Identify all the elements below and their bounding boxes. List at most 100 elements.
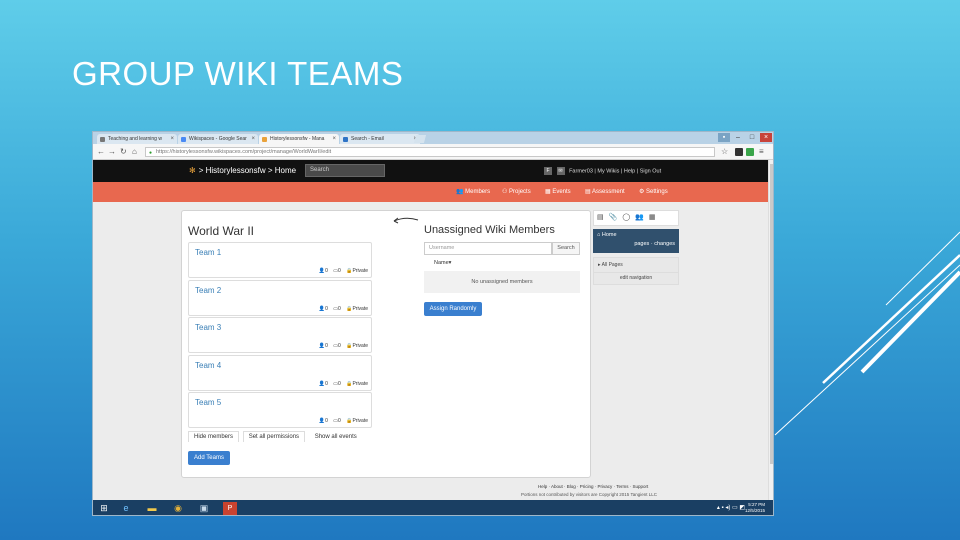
scrollbar-thumb[interactable] xyxy=(770,164,773,464)
site-search-input[interactable]: Search xyxy=(305,164,385,177)
changes-link[interactable]: changes xyxy=(654,241,675,247)
close-icon[interactable]: × xyxy=(332,134,336,144)
lock-icon: 🔒Private xyxy=(346,343,368,349)
team-actions-tabs: Hide members Set all permissions Show al… xyxy=(188,431,365,442)
app-icon[interactable]: ▣ xyxy=(197,502,211,515)
nav-projects[interactable]: ⚇ Projects xyxy=(502,188,531,195)
pages-icon: ▭0 xyxy=(333,268,341,274)
team-meta: 👤0 ▭0 🔒Private xyxy=(315,381,368,387)
url-field[interactable]: ● https://historylessonsfw.wikispaces.co… xyxy=(145,147,715,157)
team-card[interactable]: Team 1 👤0 ▭0 🔒Private xyxy=(188,242,372,278)
show-all-events-tab[interactable]: Show all events xyxy=(309,431,363,442)
calendar-icon[interactable]: ▦ xyxy=(649,214,656,221)
favicon-icon xyxy=(343,136,348,142)
sidebar-all-pages[interactable]: ▸ All Pages xyxy=(593,257,679,273)
favicon-icon xyxy=(262,136,267,142)
user-name-link[interactable]: Farmer03 xyxy=(569,168,593,174)
extension-icon[interactable] xyxy=(735,148,743,156)
minimize-icon[interactable]: – xyxy=(732,133,744,142)
nav-members[interactable]: 👥 Members xyxy=(456,188,490,195)
team-card[interactable]: Team 4 👤0 ▭0 🔒Private xyxy=(188,355,372,391)
menu-icon[interactable]: ≡ xyxy=(759,147,764,157)
lock-icon: 🔒Private xyxy=(346,306,368,312)
browser-tab-strip: Teaching and learning w × Wikispaces - G… xyxy=(93,132,773,144)
chrome-icon[interactable]: ◉ xyxy=(171,502,185,515)
help-link[interactable]: Help xyxy=(624,168,635,174)
add-teams-button[interactable]: Add Teams xyxy=(188,451,230,465)
hide-members-tab[interactable]: Hide members xyxy=(188,431,240,442)
pages-icon: ▭0 xyxy=(333,418,341,424)
home-icon[interactable]: ⌂ xyxy=(132,147,137,157)
wikispaces-logo-icon: ✻ xyxy=(189,166,196,175)
unassigned-empty-message: No unassigned members xyxy=(424,271,580,293)
windows-start-icon[interactable]: ⊞ xyxy=(97,502,111,515)
powerpoint-icon[interactable]: P xyxy=(223,502,237,515)
site-header: ✻ > Historylessonsfw > Home Search F ✉ Fa… xyxy=(93,160,768,182)
close-window-icon[interactable]: × xyxy=(760,133,772,142)
set-all-permissions-tab[interactable]: Set all permissions xyxy=(242,431,306,442)
nav-settings[interactable]: ⚙ Settings xyxy=(639,188,668,195)
members-icon: 👤0 xyxy=(318,418,328,424)
team-name[interactable]: Team 1 xyxy=(195,248,221,257)
team-name[interactable]: Team 3 xyxy=(195,323,221,332)
paperclip-icon[interactable]: 📎 xyxy=(609,214,618,221)
comment-icon[interactable]: ◯ xyxy=(622,214,630,221)
edit-navigation-link[interactable]: edit navigation xyxy=(593,273,679,285)
pages-icon: ▭0 xyxy=(333,381,341,387)
username-search-button[interactable]: Search xyxy=(552,242,580,255)
windows-taskbar: ⊞ e ▬ ◉ ▣ P ▴ ▪ ◂) ▭ ◩ 5:27 PM 12/5/2015 xyxy=(93,500,773,515)
team-card[interactable]: Team 3 👤0 ▭0 🔒Private xyxy=(188,317,372,353)
new-tab-button[interactable] xyxy=(413,135,427,143)
close-icon[interactable]: × xyxy=(170,134,174,144)
footer-links[interactable]: Help · About · Blog · Pricing · Privacy … xyxy=(538,484,648,489)
internet-explorer-icon[interactable]: e xyxy=(119,502,133,515)
assign-randomly-button[interactable]: Assign Randomly xyxy=(424,302,482,316)
lock-icon: 🔒Private xyxy=(346,418,368,424)
reload-icon[interactable]: ↻ xyxy=(120,147,127,157)
team-name[interactable]: Team 2 xyxy=(195,286,221,295)
pages-icon: ▭0 xyxy=(333,306,341,312)
forward-icon[interactable]: → xyxy=(108,147,116,157)
mail-icon[interactable]: ✉ xyxy=(556,167,565,175)
wiki-sidebar: ▤ 📎 ◯ 👥 ▦ ⌂ Home pages · changes ▸ All Pages… xyxy=(593,210,679,285)
project-nav-bar: 👥 Members ⚇ Projects ▦ Events ▤ Assessme… xyxy=(93,182,768,202)
taskbar-clock[interactable]: 5:27 PM 12/5/2015 xyxy=(745,502,765,514)
unassigned-title: Unassigned Wiki Members xyxy=(424,224,555,236)
sidebar-home[interactable]: ⌂ Home pages · changes xyxy=(593,229,679,253)
name-sort-header[interactable]: Name▾ xyxy=(434,260,451,266)
back-icon[interactable]: ← xyxy=(97,147,105,157)
page-icon[interactable]: ▤ xyxy=(597,214,604,221)
arrow-annotation-icon xyxy=(393,217,419,224)
browser-tab[interactable]: Teaching and learning w × xyxy=(97,134,177,144)
members-icon: 👤0 xyxy=(318,381,328,387)
site-breadcrumb[interactable]: ✻ > Historylessonsfw > Home xyxy=(189,166,296,175)
team-meta: 👤0 ▭0 🔒Private xyxy=(315,418,368,424)
username-input[interactable]: Username xyxy=(424,242,552,255)
lock-icon: 🔒Private xyxy=(346,268,368,274)
maximize-icon[interactable]: □ xyxy=(746,133,758,142)
user-icon[interactable]: ▪ xyxy=(718,133,730,142)
members-icon[interactable]: 👥 xyxy=(635,214,644,221)
team-name[interactable]: Team 5 xyxy=(195,398,221,407)
lock-icon: ● xyxy=(149,150,153,156)
team-card[interactable]: Team 2 👤0 ▭0 🔒Private xyxy=(188,280,372,316)
extension-icon[interactable] xyxy=(746,148,754,156)
close-icon[interactable]: × xyxy=(251,134,255,144)
pages-link[interactable]: pages xyxy=(634,241,649,247)
browser-tab[interactable]: Search - Email × xyxy=(340,134,420,144)
browser-tab[interactable]: Wikispaces - Google Sear × xyxy=(178,134,258,144)
file-explorer-icon[interactable]: ▬ xyxy=(145,502,159,515)
team-meta: 👤0 ▭0 🔒Private xyxy=(315,343,368,349)
bookmark-star-icon[interactable]: ☆ xyxy=(721,147,728,157)
team-name[interactable]: Team 4 xyxy=(195,361,221,370)
members-icon: 👤0 xyxy=(318,343,328,349)
avatar[interactable]: F xyxy=(544,167,552,175)
system-tray-icons[interactable]: ▴ ▪ ◂) ▭ ◩ xyxy=(717,504,745,511)
team-card[interactable]: Team 5 👤0 ▭0 🔒Private xyxy=(188,392,372,428)
page-scrollbar[interactable] xyxy=(768,160,773,500)
my-wikis-link[interactable]: My Wikis xyxy=(597,168,619,174)
nav-assessment[interactable]: ▤ Assessment xyxy=(585,188,625,195)
nav-events[interactable]: ▦ Events xyxy=(545,188,571,195)
browser-tab-active[interactable]: Historylessonsfw - Mana × xyxy=(259,134,339,144)
sign-out-link[interactable]: Sign Out xyxy=(640,168,661,174)
